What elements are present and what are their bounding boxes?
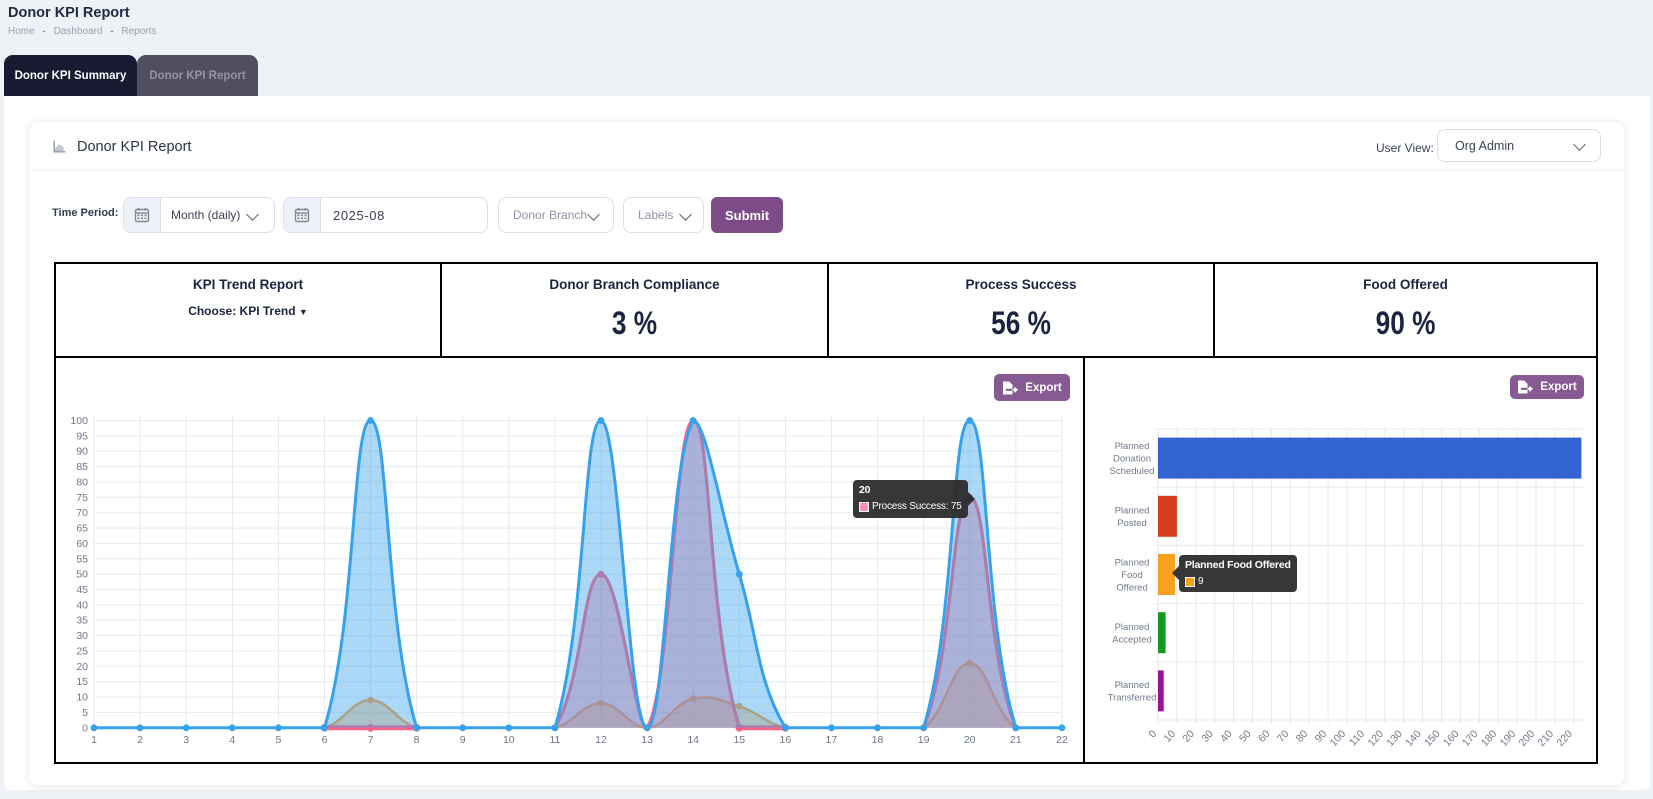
svg-text:0: 0 bbox=[1146, 728, 1159, 740]
svg-text:Accepted: Accepted bbox=[1112, 635, 1152, 646]
svg-text:3: 3 bbox=[183, 734, 189, 746]
svg-text:13: 13 bbox=[641, 734, 653, 746]
svg-text:75: 75 bbox=[76, 492, 88, 504]
svg-text:60: 60 bbox=[76, 538, 88, 550]
svg-text:100: 100 bbox=[70, 415, 88, 427]
svg-text:Planned: Planned bbox=[1115, 622, 1150, 633]
svg-text:120: 120 bbox=[1365, 728, 1386, 749]
svg-text:85: 85 bbox=[76, 461, 88, 473]
svg-text:9: 9 bbox=[460, 734, 466, 746]
svg-text:18: 18 bbox=[872, 734, 884, 746]
svg-text:90: 90 bbox=[1313, 728, 1330, 745]
svg-text:25: 25 bbox=[76, 646, 88, 658]
svg-text:40: 40 bbox=[76, 599, 88, 611]
svg-text:35: 35 bbox=[76, 615, 88, 627]
svg-text:200: 200 bbox=[1517, 728, 1538, 749]
svg-text:Planned: Planned bbox=[1115, 558, 1150, 569]
svg-text:14: 14 bbox=[687, 734, 699, 746]
svg-text:1: 1 bbox=[91, 734, 97, 746]
svg-text:140: 140 bbox=[1403, 728, 1424, 749]
svg-text:Donation: Donation bbox=[1113, 454, 1151, 465]
svg-text:170: 170 bbox=[1460, 728, 1481, 749]
svg-text:15: 15 bbox=[76, 676, 88, 688]
svg-text:30: 30 bbox=[76, 630, 88, 642]
svg-text:180: 180 bbox=[1479, 728, 1500, 749]
svg-text:45: 45 bbox=[76, 584, 88, 596]
svg-text:Offered: Offered bbox=[1116, 583, 1148, 594]
svg-text:20: 20 bbox=[76, 661, 88, 673]
svg-text:2: 2 bbox=[137, 734, 143, 746]
svg-text:95: 95 bbox=[76, 430, 88, 442]
svg-text:4: 4 bbox=[229, 734, 235, 746]
svg-text:150: 150 bbox=[1422, 728, 1443, 749]
svg-text:10: 10 bbox=[1161, 728, 1178, 745]
svg-text:12: 12 bbox=[595, 734, 607, 746]
svg-text:55: 55 bbox=[76, 553, 88, 565]
svg-text:160: 160 bbox=[1441, 728, 1462, 749]
svg-text:Posted: Posted bbox=[1117, 518, 1147, 529]
svg-text:5: 5 bbox=[82, 707, 88, 719]
svg-text:Food: Food bbox=[1121, 570, 1143, 581]
svg-text:70: 70 bbox=[76, 507, 88, 519]
svg-text:220: 220 bbox=[1554, 728, 1575, 749]
svg-text:8: 8 bbox=[414, 734, 420, 746]
svg-text:0: 0 bbox=[82, 722, 88, 734]
svg-text:21: 21 bbox=[1010, 734, 1022, 746]
svg-text:17: 17 bbox=[826, 734, 838, 746]
svg-text:20: 20 bbox=[964, 734, 976, 746]
svg-text:22: 22 bbox=[1056, 734, 1068, 746]
svg-text:Planned: Planned bbox=[1115, 441, 1150, 452]
svg-text:210: 210 bbox=[1535, 728, 1556, 749]
svg-text:60: 60 bbox=[1256, 728, 1273, 745]
svg-text:80: 80 bbox=[1294, 728, 1311, 745]
svg-text:70: 70 bbox=[1275, 728, 1292, 745]
svg-text:110: 110 bbox=[1347, 728, 1367, 749]
svg-text:7: 7 bbox=[368, 734, 374, 746]
svg-text:10: 10 bbox=[503, 734, 515, 746]
svg-text:50: 50 bbox=[76, 569, 88, 581]
svg-text:Scheduled: Scheduled bbox=[1110, 466, 1155, 477]
svg-text:50: 50 bbox=[1237, 728, 1254, 745]
svg-text:5: 5 bbox=[275, 734, 281, 746]
svg-text:90: 90 bbox=[76, 446, 88, 458]
svg-text:11: 11 bbox=[549, 734, 560, 746]
svg-text:10: 10 bbox=[76, 692, 88, 704]
svg-text:20: 20 bbox=[1180, 728, 1197, 745]
svg-text:15: 15 bbox=[733, 734, 745, 746]
svg-text:40: 40 bbox=[1218, 728, 1235, 745]
svg-text:130: 130 bbox=[1384, 728, 1405, 749]
svg-text:30: 30 bbox=[1199, 728, 1216, 745]
svg-text:190: 190 bbox=[1498, 728, 1519, 749]
svg-text:16: 16 bbox=[780, 734, 792, 746]
svg-text:Planned: Planned bbox=[1115, 680, 1150, 691]
svg-text:65: 65 bbox=[76, 523, 88, 535]
svg-text:6: 6 bbox=[322, 734, 328, 746]
svg-text:80: 80 bbox=[76, 477, 88, 489]
svg-text:19: 19 bbox=[918, 734, 930, 746]
svg-text:Transferred: Transferred bbox=[1108, 693, 1157, 704]
svg-text:Planned: Planned bbox=[1115, 506, 1150, 517]
svg-text:100: 100 bbox=[1328, 728, 1349, 749]
